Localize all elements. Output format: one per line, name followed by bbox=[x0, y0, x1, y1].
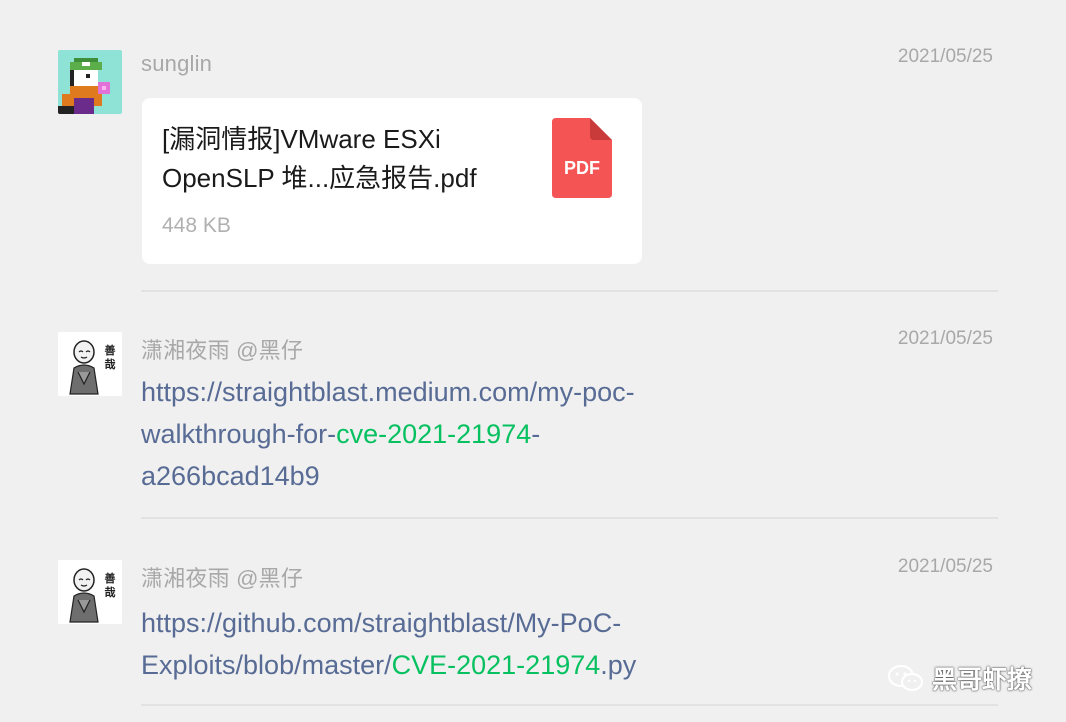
link-text: .py bbox=[600, 650, 637, 680]
pdf-icon-label: PDF bbox=[564, 158, 600, 178]
link-line3: a266bcad14b9 bbox=[141, 461, 320, 491]
message-link[interactable]: https://straightblast.medium.com/my-poc-… bbox=[141, 371, 741, 497]
svg-text:善: 善 bbox=[105, 343, 116, 357]
message-divider bbox=[141, 704, 998, 706]
message-divider bbox=[141, 517, 998, 519]
file-name-line2: OpenSLP 堆...应急报告.pdf bbox=[162, 163, 477, 193]
link-text: walkthrough-for- bbox=[141, 419, 337, 449]
sender-name: sunglin bbox=[141, 51, 213, 76]
watermark: 黑哥虾撩 bbox=[886, 660, 1032, 696]
link-line2: walkthrough-for-cve-2021-21974- bbox=[141, 413, 741, 455]
file-card[interactable]: [漏洞情报]VMware ESXi OpenSLP 堆...应急报告.pdf 4… bbox=[142, 98, 642, 264]
svg-text:哉: 哉 bbox=[105, 357, 116, 371]
message-divider bbox=[141, 290, 998, 292]
wechat-icon bbox=[887, 664, 924, 692]
link-text: - bbox=[531, 419, 541, 449]
file-name: [漏洞情报]VMware ESXi OpenSLP 堆...应急报告.pdf bbox=[162, 120, 522, 198]
svg-text:哉: 哉 bbox=[105, 585, 116, 599]
avatar[interactable] bbox=[58, 50, 122, 114]
sender-name: 潇湘夜雨 @黑仔 bbox=[141, 566, 304, 591]
link-line1: https://straightblast.medium.com/my-poc- bbox=[141, 377, 635, 407]
message-time: 2021/05/25 bbox=[897, 556, 993, 577]
avatar[interactable]: 善 哉 bbox=[58, 560, 122, 624]
link-text: Exploits/blob/master/ bbox=[141, 650, 392, 680]
link-highlight: cve-2021-21974 bbox=[336, 419, 532, 449]
link-highlight: CVE-2021-21974 bbox=[391, 650, 601, 680]
message-link[interactable]: https://github.com/straightblast/My-PoC-… bbox=[141, 602, 741, 686]
link-line1: https://github.com/straightblast/My-PoC- bbox=[141, 608, 622, 638]
file-name-line1: [漏洞情报]VMware ESXi bbox=[162, 124, 441, 154]
watermark-text: 黑哥虾撩 bbox=[931, 666, 1032, 694]
svg-text:善: 善 bbox=[105, 571, 116, 585]
message-time: 2021/05/25 bbox=[897, 328, 993, 349]
message-time: 2021/05/25 bbox=[897, 46, 993, 67]
sender-name: 潇湘夜雨 @黑仔 bbox=[141, 338, 304, 363]
avatar[interactable]: 善 哉 bbox=[58, 332, 122, 396]
pdf-file-icon: PDF bbox=[552, 118, 612, 198]
file-size: 448 KB bbox=[162, 214, 231, 237]
link-line2: Exploits/blob/master/CVE-2021-21974.py bbox=[141, 644, 741, 686]
